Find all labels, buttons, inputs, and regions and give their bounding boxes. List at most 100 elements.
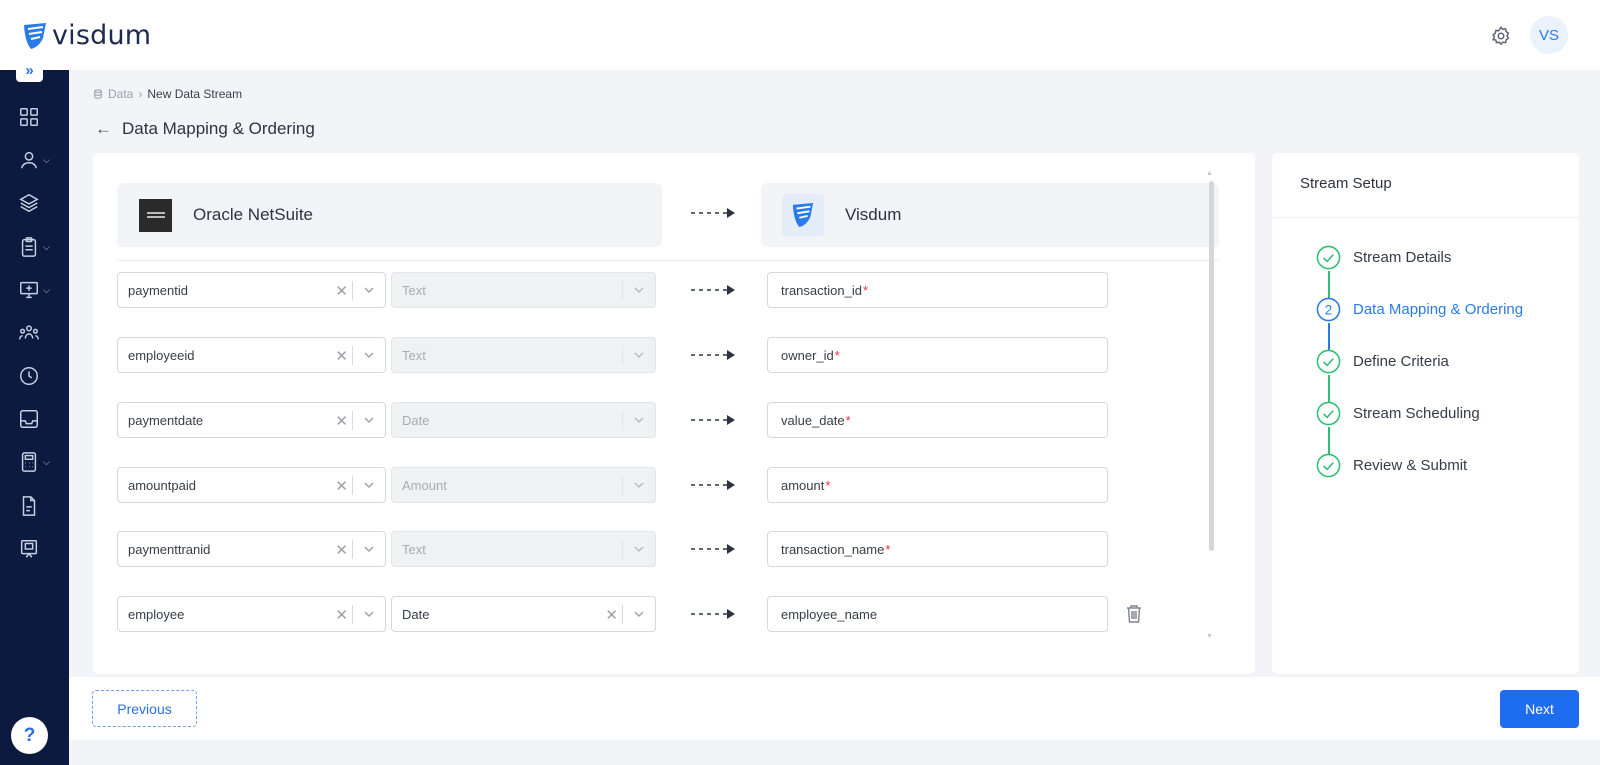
chevron-down-icon[interactable]	[362, 348, 376, 362]
mapping-row: paymentid ✕ Text transaction_id *	[93, 272, 1255, 308]
step-stream-details[interactable]: Stream Details	[1316, 245, 1451, 270]
check-circle-icon	[1316, 349, 1341, 374]
target-field-label: owner_id	[781, 347, 834, 363]
monitor-icon	[20, 281, 38, 299]
user-icon	[20, 151, 38, 169]
divider	[117, 260, 1219, 261]
source-field-value: amountpaid	[128, 477, 196, 493]
target-field-label: value_date	[781, 412, 845, 428]
dashed-arrow-icon	[691, 544, 735, 554]
source-field-select[interactable]: amountpaid ✕	[117, 467, 386, 503]
check-circle-icon	[1316, 401, 1341, 426]
source-field-select[interactable]: employeeid ✕	[117, 337, 386, 373]
target-field-label: transaction_id	[781, 282, 862, 298]
scroll-down-icon[interactable]: ▼	[1206, 633, 1213, 640]
step-connector	[1328, 427, 1330, 454]
clear-icon[interactable]: ✕	[335, 541, 348, 559]
sidebar-item-dashboard[interactable]	[18, 104, 58, 130]
sidebar-item-calculator[interactable]: ⌵	[18, 449, 58, 475]
clipboard-icon	[21, 237, 37, 257]
step-connector	[1328, 271, 1330, 298]
sidebar-expand-button[interactable]: »	[16, 58, 43, 82]
scroll-up-icon[interactable]: ▲	[1206, 170, 1213, 177]
trash-icon[interactable]	[1125, 604, 1143, 624]
chevron-down-icon[interactable]	[362, 542, 376, 556]
chevron-down-icon	[634, 482, 644, 488]
required-marker: *	[845, 412, 851, 428]
sidebar-item-plans[interactable]: ⌵	[18, 234, 58, 260]
stream-setup-panel: Stream Setup Stream Details 2 Data Mappi…	[1272, 153, 1579, 674]
chevron-down-icon[interactable]	[362, 478, 376, 492]
step-label: Data Mapping & Ordering	[1353, 301, 1524, 318]
data-type-value: Text	[402, 347, 426, 363]
clear-icon[interactable]: ✕	[335, 606, 348, 624]
source-name: Oracle NetSuite	[193, 205, 313, 224]
clear-icon[interactable]: ✕	[335, 347, 348, 365]
scrollbar-thumb[interactable]	[1209, 181, 1214, 551]
step-label: Define Criteria	[1353, 353, 1449, 370]
clock-icon	[20, 367, 38, 385]
user-avatar[interactable]: VS	[1530, 16, 1568, 54]
database-icon	[94, 89, 102, 99]
step-label: Review & Submit	[1353, 457, 1468, 474]
breadcrumb-data-link[interactable]: Data	[108, 87, 133, 101]
required-marker: *	[862, 282, 869, 298]
step-data-mapping[interactable]: 2 Data Mapping & Ordering	[1316, 297, 1523, 322]
data-type-select[interactable]: Date ✕	[391, 596, 656, 632]
source-field-select[interactable]: employee ✕	[117, 596, 386, 632]
source-field-select[interactable]: paymenttranid ✕	[117, 531, 386, 567]
dashed-arrow-icon	[691, 480, 735, 490]
required-marker: *	[825, 477, 831, 493]
dashed-arrow-icon	[691, 609, 735, 619]
visdum-logo[interactable]: visdum	[22, 20, 151, 51]
data-type-select: Date	[391, 402, 656, 438]
mapping-row: employee ✕ Date ✕ employee_name	[93, 596, 1255, 632]
mapping-row: paymenttranid ✕ Text transaction_name *	[93, 531, 1255, 567]
previous-button[interactable]: Previous	[92, 690, 197, 727]
sidebar-item-layers[interactable]	[18, 190, 58, 216]
help-button[interactable]: ?	[11, 717, 48, 754]
next-button[interactable]: Next	[1500, 690, 1579, 728]
check-circle-icon	[1316, 453, 1341, 478]
clear-icon[interactable]: ✕	[335, 282, 348, 300]
step-stream-scheduling[interactable]: Stream Scheduling	[1316, 401, 1480, 426]
sidebar: ⌵ ⌵ ⌵ ⌵	[0, 70, 69, 765]
source-field-select[interactable]: paymentdate ✕	[117, 402, 386, 438]
target-field-input[interactable]: employee_name	[767, 596, 1108, 632]
data-type-value: Date	[402, 412, 430, 428]
clear-icon[interactable]: ✕	[335, 412, 348, 430]
sidebar-item-team[interactable]	[18, 320, 58, 346]
chevron-down-icon	[634, 352, 644, 358]
data-type-select: Text	[391, 337, 656, 373]
clear-icon[interactable]: ✕	[335, 477, 348, 495]
chevron-down-icon: ⌵	[43, 284, 50, 295]
data-type-value: Date	[402, 606, 430, 622]
oracle-netsuite-logo	[139, 198, 172, 232]
check-circle-icon	[1316, 245, 1341, 270]
step-review-submit[interactable]: Review & Submit	[1316, 453, 1467, 478]
target-field: value_date *	[767, 402, 1108, 438]
step-define-criteria[interactable]: Define Criteria	[1316, 349, 1449, 374]
step-label: Stream Details	[1353, 249, 1452, 266]
back-arrow-icon[interactable]: ←	[95, 119, 112, 139]
chevron-down-icon[interactable]	[362, 607, 376, 621]
mapping-row: employeeid ✕ Text owner_id *	[93, 337, 1255, 373]
sidebar-item-history[interactable]	[18, 363, 58, 389]
chevron-right-icon: ›	[138, 87, 143, 101]
sidebar-item-presentation[interactable]	[18, 536, 58, 562]
target-field-label: transaction_name	[781, 541, 885, 557]
sidebar-item-inbox[interactable]	[18, 406, 58, 432]
chevron-down-icon[interactable]	[362, 283, 376, 297]
dashed-arrow-icon	[691, 285, 735, 295]
chevron-down-icon[interactable]	[362, 413, 376, 427]
settings-gear-icon[interactable]	[1490, 25, 1512, 47]
sidebar-item-documents[interactable]	[18, 493, 58, 519]
target-field-label: amount	[781, 477, 825, 493]
sidebar-item-users[interactable]: ⌵	[18, 147, 58, 173]
sidebar-item-monitor[interactable]: ⌵	[18, 277, 58, 303]
chevron-down-icon[interactable]	[632, 607, 646, 621]
source-field-value: paymentdate	[128, 412, 204, 428]
source-field-select[interactable]: paymentid ✕	[117, 272, 386, 308]
clear-icon[interactable]: ✕	[605, 606, 618, 624]
data-type-value: Text	[402, 541, 426, 557]
